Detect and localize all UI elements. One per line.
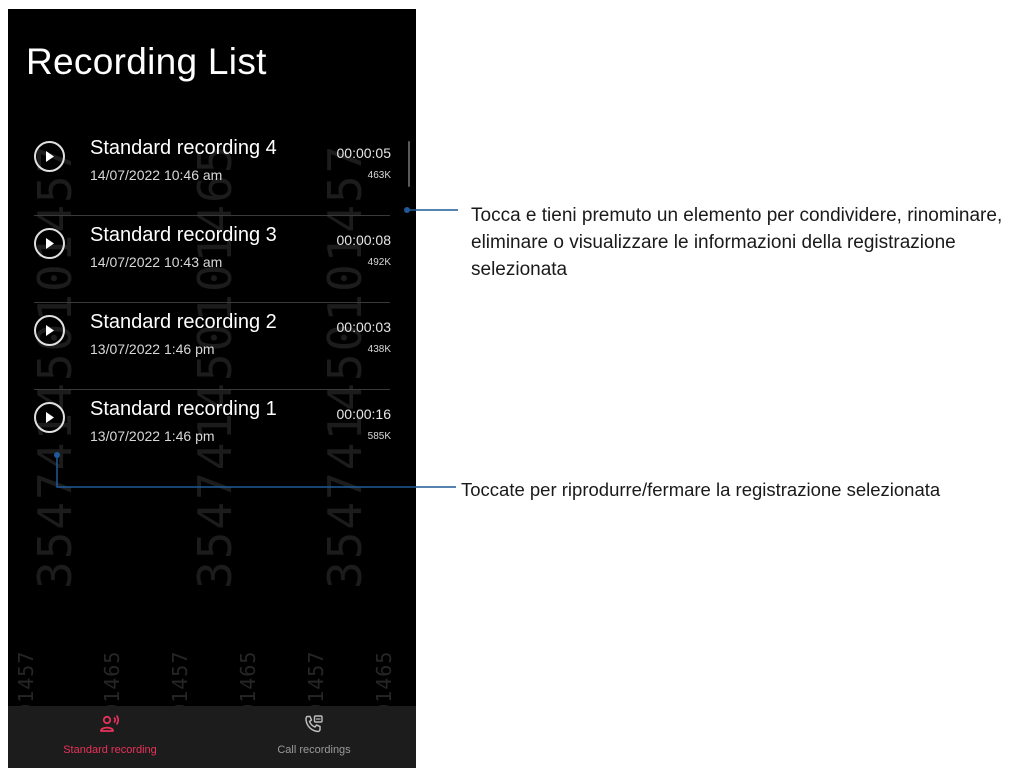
tab-label: Call recordings xyxy=(277,744,351,756)
bottom-navigation: Standard recording Call recordings xyxy=(8,706,416,768)
recording-name: Standard recording 2 xyxy=(90,311,277,333)
play-icon xyxy=(46,151,54,162)
recording-item[interactable]: Standard recording 4 14/07/2022 10:46 am… xyxy=(8,129,416,216)
phone-recording-icon xyxy=(305,715,323,733)
play-icon xyxy=(46,238,54,249)
play-button[interactable] xyxy=(34,141,65,172)
recording-item[interactable]: Standard recording 1 13/07/2022 1:46 pm … xyxy=(8,390,416,477)
recording-date: 13/07/2022 1:46 pm xyxy=(90,341,215,357)
recording-size: 492K xyxy=(367,257,391,268)
tab-label: Standard recording xyxy=(63,744,157,756)
callout-play: Toccate per riprodurre/fermare la regist… xyxy=(461,479,941,500)
tab-call-recordings[interactable]: Call recordings xyxy=(212,706,416,768)
recording-name: Standard recording 4 xyxy=(90,137,277,159)
recording-name: Standard recording 3 xyxy=(90,224,277,246)
recording-date: 14/07/2022 10:43 am xyxy=(90,254,223,270)
page-title: Recording List xyxy=(26,41,267,82)
recording-duration: 00:00:05 xyxy=(336,145,392,161)
recording-date: 13/07/2022 1:46 pm xyxy=(90,428,215,444)
play-icon xyxy=(46,412,54,423)
callout-long-press: Tocca e tieni premuto un elemento per co… xyxy=(471,205,1003,280)
recording-size: 585K xyxy=(367,431,391,442)
play-button[interactable] xyxy=(34,315,65,346)
recording-duration: 00:00:03 xyxy=(336,319,392,335)
recording-item[interactable]: Standard recording 3 14/07/2022 10:43 am… xyxy=(8,216,416,303)
play-button[interactable] xyxy=(34,402,65,433)
recording-size: 463K xyxy=(367,170,391,181)
recording-date: 14/07/2022 10:46 am xyxy=(90,167,223,183)
recording-size: 438K xyxy=(367,344,391,355)
play-icon xyxy=(46,325,54,336)
microphone-person-icon xyxy=(100,715,120,732)
phone-screen: 450101457 450101465 450101457 450101465 … xyxy=(8,9,416,768)
recording-list: Standard recording 4 14/07/2022 10:46 am… xyxy=(8,129,416,477)
recording-item[interactable]: Standard recording 2 13/07/2022 1:46 pm … xyxy=(8,303,416,390)
recording-duration: 00:00:16 xyxy=(336,406,392,422)
play-button[interactable] xyxy=(34,228,65,259)
recording-duration: 00:00:08 xyxy=(336,232,392,248)
tab-standard-recording[interactable]: Standard recording xyxy=(8,706,212,768)
recording-name: Standard recording 1 xyxy=(90,398,277,420)
